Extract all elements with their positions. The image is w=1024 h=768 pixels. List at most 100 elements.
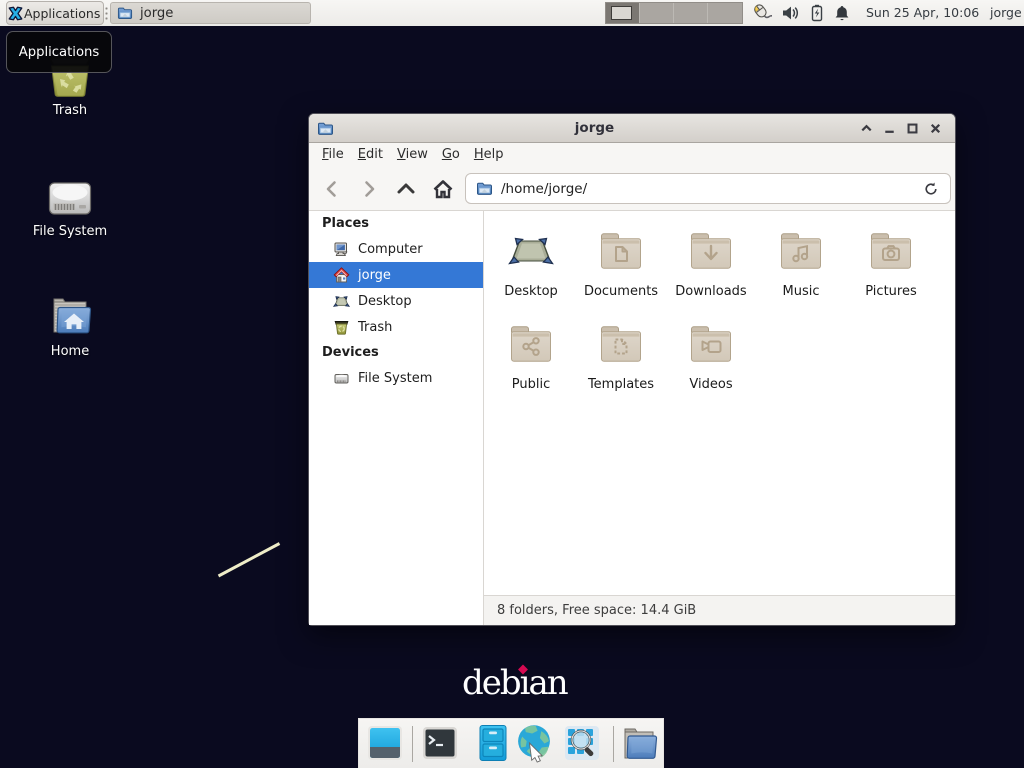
- battery-icon[interactable]: [807, 3, 827, 23]
- file-item-downloads[interactable]: Downloads: [666, 223, 756, 316]
- clock[interactable]: Sun 25 Apr, 10:06: [866, 0, 979, 26]
- home-small-icon: [333, 267, 350, 284]
- notifications-icon[interactable]: [832, 3, 852, 23]
- debian-logo-text-left: deb: [462, 663, 520, 703]
- sidebar-item-label: jorge: [358, 268, 391, 283]
- taskbar-window-icon: [117, 5, 133, 21]
- workspace-1[interactable]: [606, 3, 640, 23]
- folder-documents-icon: [597, 227, 645, 275]
- applications-tooltip-label: Applications: [19, 45, 100, 60]
- shade-button[interactable]: [855, 117, 878, 140]
- applications-tooltip: Applications: [6, 31, 112, 73]
- workspace-4[interactable]: [708, 3, 742, 23]
- taskbar-window-button[interactable]: jorge: [110, 2, 311, 24]
- back-button-icon: [320, 177, 344, 201]
- file-item-pictures[interactable]: Pictures: [846, 223, 936, 316]
- statusbar-text: 8 folders, Free space: 14.4 GiB: [497, 603, 696, 618]
- sidebar-item-label: Trash: [358, 320, 392, 335]
- sidebar-item-file-system[interactable]: File System: [309, 365, 483, 391]
- window-buttons: [855, 117, 947, 140]
- applications-menu-label: Applications: [24, 6, 100, 21]
- up-button[interactable]: [391, 174, 421, 204]
- dock-launcher-show-desktop[interactable]: [365, 723, 405, 763]
- desktop-icon-home[interactable]: Home: [22, 296, 118, 359]
- shade-button-icon: [859, 121, 874, 136]
- dock-launcher-file-cabinet[interactable]: [473, 723, 513, 763]
- window-titlebar[interactable]: jorge: [309, 114, 955, 143]
- file-item-label: Templates: [588, 377, 654, 392]
- debian-logo-text-right: an: [529, 663, 567, 703]
- window-menubar: FileEditViewGoHelp: [309, 143, 955, 167]
- trash-small-icon: [333, 319, 350, 336]
- reload-icon[interactable]: [922, 180, 940, 198]
- file-item-public[interactable]: Public: [486, 316, 576, 409]
- desktop-icon-label: Trash: [53, 103, 87, 118]
- file-item-documents[interactable]: Documents: [576, 223, 666, 316]
- home-button[interactable]: [428, 174, 458, 204]
- menu-go[interactable]: Go: [435, 143, 467, 167]
- home-button-icon: [431, 177, 455, 201]
- applications-menu-icon: [8, 6, 23, 21]
- folder-music-icon: [777, 227, 825, 275]
- panel-separator-handle[interactable]: [104, 6, 109, 20]
- sidebar-item-computer[interactable]: Computer: [309, 236, 483, 262]
- desktop-small-icon: [333, 293, 350, 310]
- file-item-label: Music: [783, 284, 820, 299]
- dock-separator: [613, 726, 614, 762]
- folder-videos-icon: [687, 320, 735, 368]
- file-item-label: Desktop: [504, 284, 558, 299]
- minimize-button[interactable]: [878, 117, 901, 140]
- sidebar-item-jorge[interactable]: jorge: [309, 262, 483, 288]
- location-bar[interactable]: /home/jorge/: [465, 173, 951, 204]
- folder-templates-icon: [597, 320, 645, 368]
- back-button[interactable]: [317, 174, 347, 204]
- menu-help[interactable]: Help: [467, 143, 511, 167]
- workspace-3[interactable]: [674, 3, 708, 23]
- file-list: Desktop Documents Downloads Music Pictur…: [484, 211, 955, 595]
- dock-panel: [358, 718, 664, 768]
- close-button-icon: [928, 121, 943, 136]
- volume-icon[interactable]: [780, 3, 800, 23]
- menu-edit[interactable]: Edit: [351, 143, 390, 167]
- file-item-desktop[interactable]: Desktop: [486, 223, 576, 316]
- menu-file[interactable]: File: [315, 143, 351, 167]
- forward-button[interactable]: [354, 174, 384, 204]
- desktop-item-icon: [507, 227, 555, 275]
- workspace-pager[interactable]: [605, 2, 743, 24]
- location-folder-icon: [476, 180, 493, 197]
- file-item-label: Pictures: [865, 284, 916, 299]
- window-statusbar: 8 folders, Free space: 14.4 GiB: [484, 595, 955, 625]
- file-item-label: Videos: [689, 377, 732, 392]
- user-menu[interactable]: jorge: [990, 0, 1022, 26]
- dock-launcher-terminal[interactable]: [420, 723, 460, 763]
- stray-line-artifact: [215, 540, 285, 580]
- dock-launcher-file-manager[interactable]: [619, 723, 659, 763]
- up-button-icon: [394, 177, 418, 201]
- file-item-music[interactable]: Music: [756, 223, 846, 316]
- maximize-button[interactable]: [901, 117, 924, 140]
- sidebar-item-desktop[interactable]: Desktop: [309, 288, 483, 314]
- applications-menu-button[interactable]: Applications: [6, 1, 104, 25]
- pager-window-preview: [611, 6, 632, 20]
- file-item-templates[interactable]: Templates: [576, 316, 666, 409]
- computer-small-icon: [333, 241, 350, 258]
- terminal-icon: [420, 723, 460, 763]
- dock-separator: [412, 726, 413, 762]
- file-item-label: Documents: [584, 284, 658, 299]
- close-button[interactable]: [924, 117, 947, 140]
- mouse-icon[interactable]: [752, 3, 772, 23]
- window-toolbar: /home/jorge/: [309, 167, 955, 211]
- desktop-icon-file-system[interactable]: File System: [22, 176, 118, 239]
- sidebar-heading-places: Places: [309, 211, 483, 236]
- debian-logo-i: ı: [520, 663, 529, 703]
- menu-view[interactable]: View: [390, 143, 435, 167]
- file-item-videos[interactable]: Videos: [666, 316, 756, 409]
- top-panel: Applications jorge Sun 25 Apr, 10:06 jor…: [0, 0, 1024, 26]
- toolbar-buttons: [317, 174, 465, 204]
- sidebar-item-trash[interactable]: Trash: [309, 314, 483, 340]
- folder-pictures-icon: [867, 227, 915, 275]
- sidebar-heading-devices: Devices: [309, 340, 483, 365]
- dock-launcher-app-finder[interactable]: [562, 723, 602, 763]
- workspace-2[interactable]: [640, 3, 674, 23]
- dock-launcher-web-browser[interactable]: [514, 723, 554, 763]
